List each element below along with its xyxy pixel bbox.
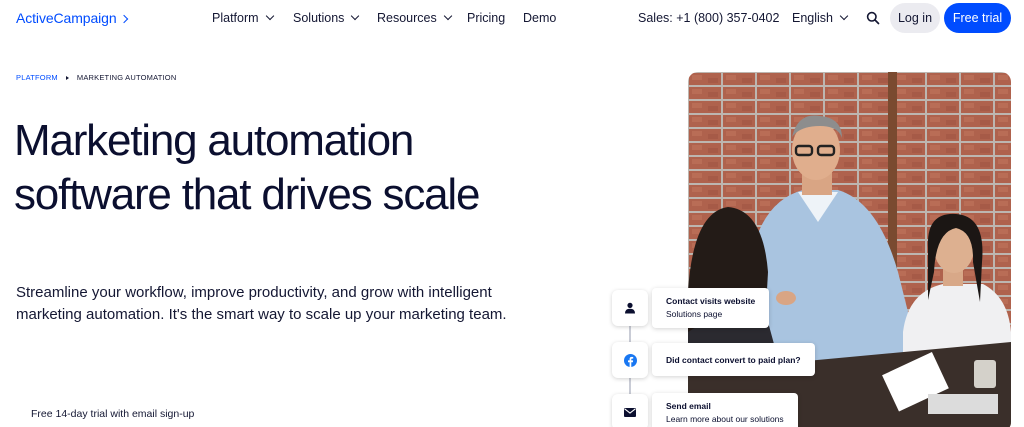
chevron-down-icon <box>839 11 849 21</box>
breadcrumb: PLATFORM MARKETING AUTOMATION <box>16 73 176 82</box>
nav-item-platform[interactable]: Platform <box>212 11 274 25</box>
workflow-card-subtitle: Solutions page <box>666 309 723 319</box>
hero-subtitle: Streamline your workflow, improve produc… <box>16 284 507 323</box>
free-trial-button[interactable]: Free trial <box>944 3 1011 33</box>
top-nav: ActiveCampaign Platform Solutions Resour… <box>0 0 1024 36</box>
breadcrumb-platform-link[interactable]: PLATFORM <box>16 73 58 82</box>
workflow-card-subtitle: Learn more about our solutions <box>666 414 784 424</box>
logo-text[interactable]: ActiveCampaign <box>16 10 117 26</box>
workflow-card-condition[interactable]: Did contact convert to paid plan? <box>652 343 815 376</box>
workflow-step-icon <box>612 394 648 427</box>
sales-phone-label[interactable]: Sales: +1 (800) 357-0402 <box>638 11 779 25</box>
sales-phone-link[interactable]: Sales: +1 (800) 357-0402 <box>638 11 779 25</box>
login-button[interactable]: Log in <box>890 3 940 33</box>
person-icon <box>625 302 635 314</box>
workflow-card-action[interactable]: Send email Learn more about our solution… <box>652 393 798 427</box>
workflow-card-trigger[interactable]: Contact visits website Solutions page <box>652 288 770 328</box>
facebook-icon <box>623 353 637 367</box>
workflow-card-title: Did contact convert to paid plan? <box>666 355 801 365</box>
language-label[interactable]: English <box>792 11 833 25</box>
trial-note: Free 14-day trial with email sign-up <box>31 408 195 420</box>
chevron-down-icon <box>443 11 452 21</box>
breadcrumb-separator-icon <box>65 75 69 80</box>
search-icon[interactable] <box>866 11 880 25</box>
nav-item-label[interactable]: Resources <box>377 11 437 25</box>
logo[interactable]: ActiveCampaign <box>16 10 128 26</box>
nav-item-label[interactable]: Demo <box>523 11 556 25</box>
workflow-step-icon <box>612 290 648 326</box>
nav-item-label[interactable]: Platform <box>212 11 259 25</box>
email-icon <box>624 407 636 417</box>
page-title: Marketing automation software that drive… <box>14 116 480 219</box>
nav-item-solutions[interactable]: Solutions <box>293 11 360 25</box>
chevron-down-icon <box>265 11 274 21</box>
nav-item-pricing[interactable]: Pricing <box>467 11 505 25</box>
nav-item-label[interactable]: Pricing <box>467 11 505 25</box>
logo-chevron-icon <box>119 14 128 23</box>
nav-item-resources[interactable]: Resources <box>377 11 452 25</box>
workflow-card-title: Send email <box>666 401 711 411</box>
nav-item-demo[interactable]: Demo <box>523 11 556 25</box>
chevron-down-icon <box>351 11 360 21</box>
nav-item-label[interactable]: Solutions <box>293 11 344 25</box>
workflow-card-title: Contact visits website <box>666 296 756 306</box>
language-selector[interactable]: English <box>792 11 849 25</box>
breadcrumb-current: MARKETING AUTOMATION <box>76 73 177 82</box>
workflow-step-icon <box>612 342 648 378</box>
